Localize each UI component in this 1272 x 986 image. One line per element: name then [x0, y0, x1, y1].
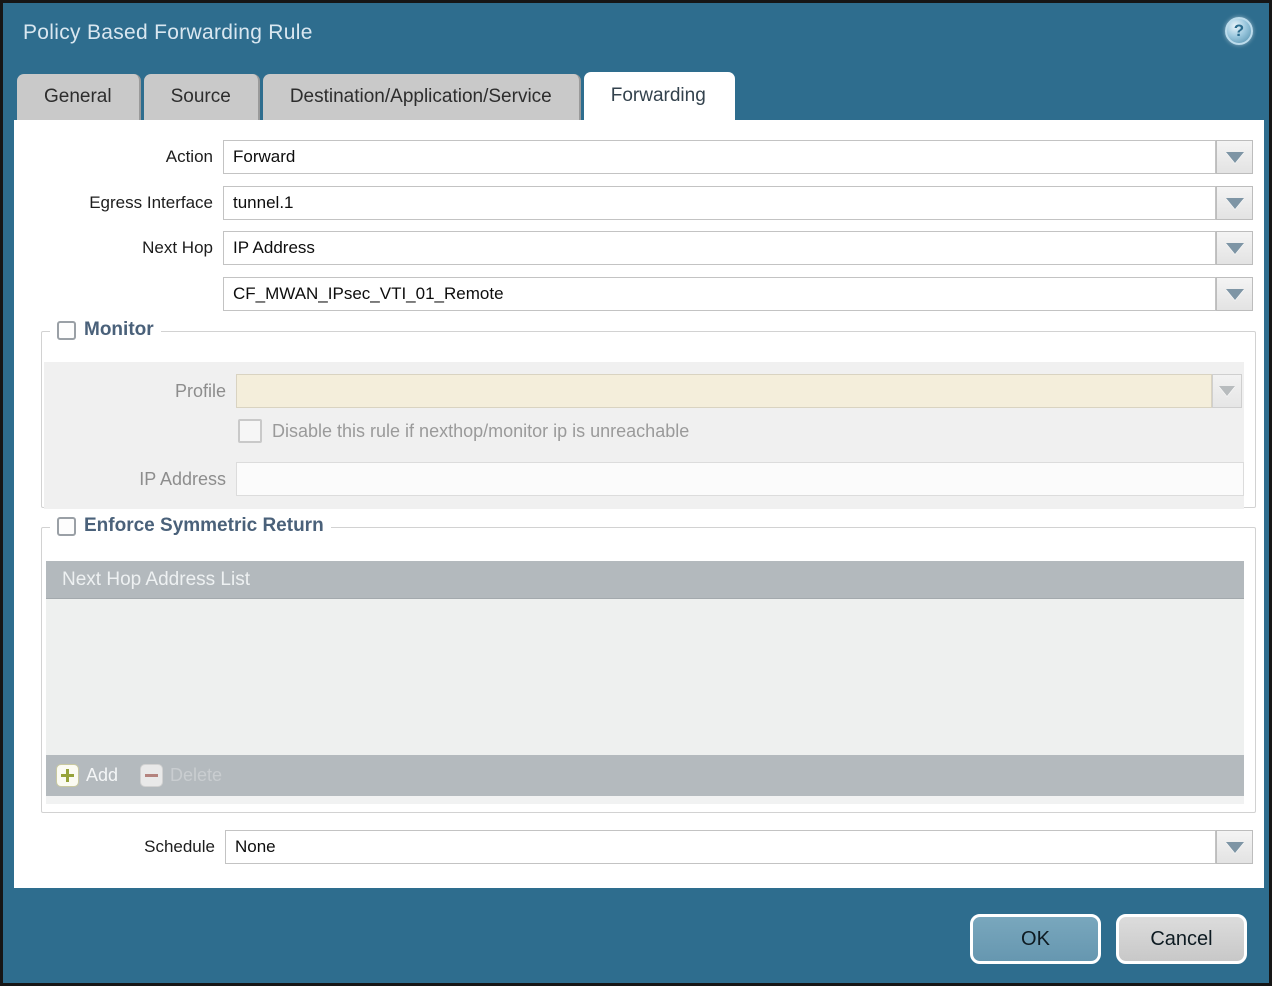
chevron-down-icon [1226, 842, 1244, 853]
help-icon[interactable]: ? [1225, 17, 1253, 45]
symmetric-return-legend-label: Enforce Symmetric Return [84, 515, 324, 537]
delete-button: Delete [140, 764, 222, 787]
next-hop-address-select[interactable]: CF_MWAN_IPsec_VTI_01_Remote [223, 277, 1216, 311]
tab-source[interactable]: Source [144, 74, 260, 120]
next-hop-address-dropdown-button[interactable] [1216, 277, 1253, 311]
disable-rule-row: Disable this rule if nexthop/monitor ip … [44, 418, 1244, 446]
cancel-button[interactable]: Cancel [1116, 914, 1247, 964]
next-hop-label: Next Hop [14, 231, 213, 265]
next-hop-dropdown-button[interactable] [1216, 231, 1253, 265]
chevron-down-icon [1219, 386, 1235, 396]
tab-general[interactable]: General [17, 74, 141, 120]
next-hop-row: Next Hop IP Address [14, 231, 1264, 265]
monitor-checkbox[interactable] [57, 321, 76, 340]
action-dropdown-button[interactable] [1216, 140, 1253, 174]
disable-rule-label: Disable this rule if nexthop/monitor ip … [272, 418, 689, 444]
tab-destination-application-service[interactable]: Destination/Application/Service [263, 74, 581, 120]
plus-icon [56, 764, 79, 787]
action-select[interactable]: Forward [223, 140, 1216, 174]
monitor-panel: Profile Disable this rule if nexthop/mon… [44, 362, 1244, 509]
next-hop-type-select[interactable]: IP Address [223, 231, 1216, 265]
policy-based-forwarding-dialog: Policy Based Forwarding Rule ? General S… [0, 0, 1272, 986]
delete-button-label: Delete [170, 765, 222, 786]
table-toolbar: Add Delete [46, 755, 1244, 796]
symmetric-return-legend: Enforce Symmetric Return [50, 515, 331, 537]
monitor-legend: Monitor [50, 319, 161, 341]
egress-interface-select[interactable]: tunnel.1 [223, 186, 1216, 220]
monitor-ip-row: IP Address [44, 462, 1244, 496]
tab-bar: General Source Destination/Application/S… [17, 72, 738, 120]
symmetric-return-section: Enforce Symmetric Return Next Hop Addres… [41, 527, 1256, 813]
schedule-dropdown-button[interactable] [1216, 830, 1253, 864]
add-button[interactable]: Add [56, 764, 118, 787]
action-row: Action Forward [14, 140, 1264, 174]
chevron-down-icon [1226, 289, 1244, 300]
egress-interface-dropdown-button[interactable] [1216, 186, 1253, 220]
tab-forwarding[interactable]: Forwarding [584, 72, 735, 120]
monitor-section: Monitor Profile Disable this rule if nex… [41, 331, 1256, 508]
egress-interface-label: Egress Interface [14, 186, 213, 220]
monitor-legend-label: Monitor [84, 319, 154, 341]
forwarding-tab-panel: Action Forward Egress Interface tunnel.1… [14, 120, 1264, 888]
next-hop-address-list-header: Next Hop Address List [46, 561, 1244, 599]
next-hop-address-row: CF_MWAN_IPsec_VTI_01_Remote [14, 277, 1264, 311]
next-hop-address-list-table: Next Hop Address List Add Delete [46, 561, 1244, 804]
dialog-title: Policy Based Forwarding Rule [23, 21, 313, 45]
chevron-down-icon [1226, 152, 1244, 163]
ok-button[interactable]: OK [970, 914, 1101, 964]
schedule-select[interactable]: None [225, 830, 1216, 864]
profile-label: Profile [44, 374, 226, 408]
chevron-down-icon [1226, 243, 1244, 254]
add-button-label: Add [86, 765, 118, 786]
action-label: Action [14, 140, 213, 174]
minus-icon [140, 764, 163, 787]
egress-interface-row: Egress Interface tunnel.1 [14, 186, 1264, 220]
profile-row: Profile [44, 374, 1244, 408]
profile-dropdown-button [1212, 374, 1242, 408]
monitor-ip-label: IP Address [44, 462, 226, 496]
profile-select [236, 374, 1212, 408]
next-hop-address-list-body [46, 599, 1244, 755]
schedule-label: Schedule [14, 830, 215, 864]
schedule-row: Schedule None [14, 830, 1264, 864]
table-bottom-shadow [46, 796, 1244, 804]
enforce-symmetric-return-checkbox[interactable] [57, 517, 76, 536]
disable-rule-checkbox [238, 419, 262, 443]
monitor-ip-input [236, 462, 1244, 496]
chevron-down-icon [1226, 198, 1244, 209]
